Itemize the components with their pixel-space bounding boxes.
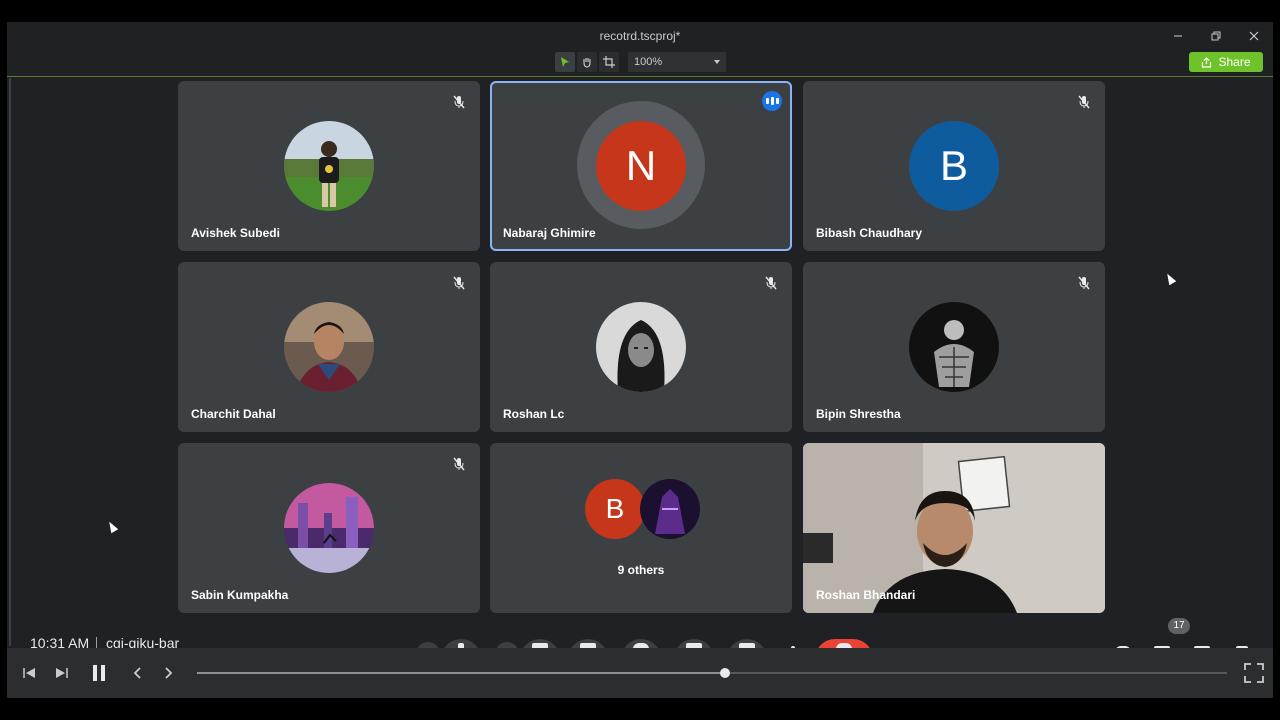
participant-tile[interactable]: Roshan Bhandari bbox=[803, 443, 1105, 613]
share-icon bbox=[1202, 56, 1212, 68]
window-title: recotrd.tscproj* bbox=[599, 29, 681, 43]
participant-tile[interactable]: Avishek Subedi bbox=[178, 81, 480, 251]
people-count-badge: 17 bbox=[1168, 618, 1190, 634]
participant-name: Nabaraj Ghimire bbox=[503, 226, 596, 240]
seek-bar[interactable] bbox=[197, 668, 1227, 678]
participant-tile[interactable]: N Nabaraj Ghimire bbox=[490, 81, 792, 251]
arrow-pointer-icon bbox=[561, 57, 569, 67]
next-button[interactable] bbox=[158, 662, 180, 684]
minimize-button[interactable] bbox=[1168, 28, 1188, 44]
title-bar: recotrd.tscproj* 100% Share bbox=[7, 22, 1273, 77]
chevron-right-icon bbox=[165, 667, 173, 679]
chevron-down-icon bbox=[714, 60, 720, 64]
pan-tool-button[interactable] bbox=[577, 52, 597, 72]
camera-button[interactable] bbox=[520, 639, 560, 648]
seek-progress bbox=[197, 672, 726, 674]
microphone-off-icon bbox=[453, 457, 465, 471]
canvas-toolset bbox=[555, 52, 619, 72]
mouse-cursor bbox=[1163, 271, 1177, 286]
avatar: B bbox=[585, 479, 645, 539]
share-button[interactable]: Share bbox=[1189, 52, 1263, 72]
skip-forward-icon bbox=[56, 668, 68, 678]
step-back-button[interactable] bbox=[18, 662, 40, 684]
avatar bbox=[284, 483, 374, 573]
meeting-controls-bar: 10:31 AM cgi-qiku-bar bbox=[7, 634, 1273, 648]
meeting-clock: 10:31 AM bbox=[30, 635, 90, 648]
microphone-off-icon bbox=[765, 276, 777, 290]
zoom-value: 100% bbox=[634, 56, 663, 68]
participant-name: Roshan Bhandari bbox=[816, 588, 916, 602]
participant-tile[interactable]: B Bibash Chaudhary bbox=[803, 81, 1105, 251]
minimize-icon bbox=[1174, 35, 1182, 37]
microphone-off-icon bbox=[453, 276, 465, 290]
hand-icon bbox=[583, 58, 591, 68]
participant-name: Avishek Subedi bbox=[191, 226, 280, 240]
skip-back-icon bbox=[23, 668, 35, 678]
recording-canvas: Avishek Subedi N Nabaraj Ghimire B Bibas… bbox=[7, 78, 1273, 646]
participant-tile[interactable]: Bipin Shrestha bbox=[803, 262, 1105, 432]
avatar: B bbox=[909, 121, 999, 211]
participant-name: Bibash Chaudhary bbox=[816, 226, 923, 240]
restore-icon bbox=[1211, 31, 1221, 41]
previous-button[interactable] bbox=[126, 662, 148, 684]
chevron-left-icon bbox=[133, 667, 141, 679]
avatar bbox=[284, 121, 374, 211]
mouse-cursor bbox=[105, 519, 119, 534]
meeting-code: cgi-qiku-bar bbox=[106, 635, 180, 648]
canvas-edge bbox=[9, 78, 11, 646]
participant-tile[interactable]: Roshan Lc bbox=[490, 262, 792, 432]
participant-tile[interactable]: Charchit Dahal bbox=[178, 262, 480, 432]
pause-icon bbox=[93, 665, 105, 681]
crop-icon bbox=[603, 56, 615, 68]
microphone-button[interactable] bbox=[441, 639, 481, 648]
others-count: 9 others bbox=[617, 563, 665, 577]
zoom-select[interactable]: 100% bbox=[628, 52, 726, 72]
emoji-button[interactable] bbox=[621, 639, 661, 648]
close-icon bbox=[1249, 31, 1259, 41]
avatar bbox=[909, 302, 999, 392]
restore-button[interactable] bbox=[1206, 28, 1226, 44]
participant-name: Bipin Shrestha bbox=[816, 407, 901, 421]
share-label: Share bbox=[1218, 55, 1251, 69]
participant-name: Roshan Lc bbox=[503, 407, 565, 421]
fullscreen-icon bbox=[1244, 663, 1264, 683]
crop-tool-button[interactable] bbox=[599, 52, 619, 72]
avatar bbox=[284, 302, 374, 392]
captions-button[interactable] bbox=[568, 639, 608, 648]
pause-button[interactable] bbox=[88, 662, 110, 684]
microphone-off-icon bbox=[1078, 95, 1090, 109]
avatar bbox=[640, 479, 700, 539]
present-button[interactable] bbox=[674, 639, 714, 648]
close-button[interactable] bbox=[1244, 28, 1264, 44]
participant-name: Charchit Dahal bbox=[191, 407, 276, 421]
leave-call-button[interactable] bbox=[815, 639, 873, 648]
raise-hand-button[interactable] bbox=[727, 639, 767, 648]
select-tool-button[interactable] bbox=[555, 52, 575, 72]
speaking-indicator-icon bbox=[762, 91, 782, 111]
participant-tile[interactable]: Sabin Kumpakha bbox=[178, 443, 480, 613]
divider bbox=[96, 637, 97, 648]
others-tile[interactable]: B 9 others bbox=[490, 443, 792, 613]
screen-recorder-window: recotrd.tscproj* 100% Share Avishek Sube… bbox=[7, 22, 1273, 698]
step-forward-button[interactable] bbox=[51, 662, 73, 684]
avatar bbox=[596, 302, 686, 392]
microphone-off-icon bbox=[453, 95, 465, 109]
microphone-off-icon bbox=[1078, 276, 1090, 290]
seek-handle[interactable] bbox=[720, 668, 731, 678]
playback-bar bbox=[7, 648, 1273, 698]
avatar: N bbox=[596, 121, 686, 211]
participant-name: Sabin Kumpakha bbox=[191, 588, 289, 602]
fullscreen-button[interactable] bbox=[1243, 662, 1265, 684]
